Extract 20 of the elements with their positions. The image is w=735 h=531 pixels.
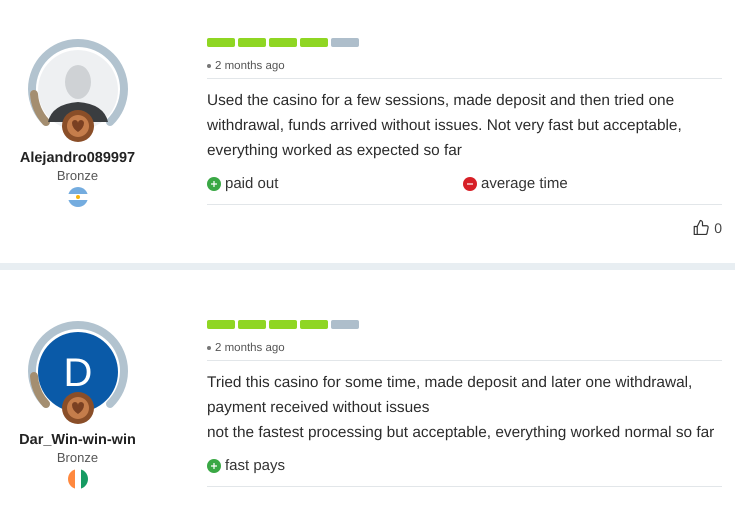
minus-icon — [463, 176, 477, 190]
review-time: 2 months ago — [215, 342, 285, 354]
thumbs-up-icon[interactable] — [692, 219, 710, 237]
user-name[interactable]: Dar_Win-win-win — [19, 432, 136, 448]
plus-icon — [207, 458, 221, 472]
plus-icon — [207, 176, 221, 190]
dot-icon — [207, 64, 211, 68]
user-name[interactable]: Alejandro089997 — [20, 150, 136, 166]
dot-icon — [207, 346, 211, 350]
review-text: Used the casino for a few sessions, made deposit and then tried one withdrawal, funds arrived without issues. Not very fast but acceptable, everything worked as expected so far — [207, 91, 683, 161]
review-tag: average time — [481, 175, 568, 192]
review-tag: paid out — [225, 175, 278, 192]
flag-icon — [68, 187, 88, 207]
user-rank: Bronze — [56, 168, 98, 183]
review-tag: fast pays — [225, 457, 286, 474]
flag-icon — [68, 469, 88, 489]
user-rank: Bronze — [56, 450, 98, 465]
review-text: Tried this casino for some time, made deposit and later one withdrawal, payment received without issues not the fastest processing but acceptable, everything worked normal so far — [207, 373, 716, 443]
review-time: 2 months ago — [215, 60, 285, 72]
like-count: 0 — [714, 220, 722, 236]
